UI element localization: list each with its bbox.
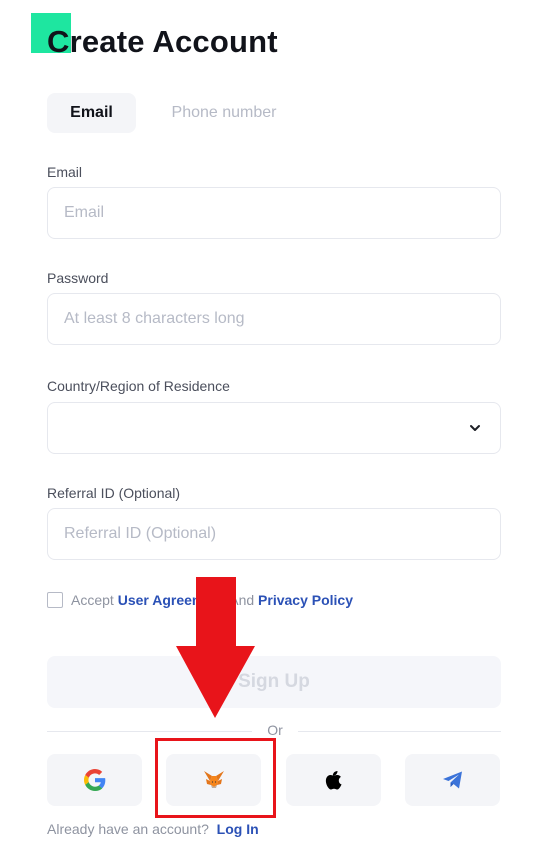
or-label: Or	[262, 722, 288, 738]
and-text: And	[229, 592, 255, 608]
google-login-button[interactable]	[47, 754, 142, 806]
email-field[interactable]	[48, 188, 500, 238]
email-label: Email	[47, 164, 83, 180]
terms-row: Accept User Agreement And Privacy Policy	[47, 591, 353, 609]
password-label: Password	[47, 270, 109, 286]
chevron-down-icon	[470, 425, 480, 431]
privacy-policy-link[interactable]: Privacy Policy	[258, 592, 353, 608]
tab-email[interactable]: Email	[47, 93, 136, 133]
highlight-box-annotation	[155, 738, 276, 818]
page-title: Create Account	[47, 24, 278, 59]
country-select[interactable]	[47, 402, 501, 454]
password-field[interactable]	[48, 294, 500, 344]
email-field-box	[47, 187, 501, 239]
sign-up-button[interactable]: Sign Up	[47, 656, 501, 708]
google-icon	[83, 769, 105, 791]
log-in-link[interactable]: Log In	[217, 821, 259, 837]
telegram-icon	[442, 771, 462, 789]
referral-field[interactable]	[48, 509, 500, 559]
login-row: Already have an account? Log In	[47, 821, 259, 837]
divider-right	[298, 731, 501, 732]
user-agreement-link[interactable]: User Agreement	[118, 592, 226, 608]
tab-phone-number[interactable]: Phone number	[151, 93, 297, 133]
already-have-account-text: Already have an account?	[47, 821, 209, 837]
apple-icon	[325, 771, 342, 790]
country-label: Country/Region of Residence	[47, 378, 230, 394]
accept-terms-checkbox[interactable]	[47, 592, 63, 608]
password-field-box	[47, 293, 501, 345]
divider-left	[47, 731, 252, 732]
accept-text: Accept	[71, 592, 114, 608]
apple-login-button[interactable]	[286, 754, 381, 806]
referral-label: Referral ID (Optional)	[47, 485, 181, 501]
telegram-login-button[interactable]	[405, 754, 500, 806]
referral-field-box	[47, 508, 501, 560]
